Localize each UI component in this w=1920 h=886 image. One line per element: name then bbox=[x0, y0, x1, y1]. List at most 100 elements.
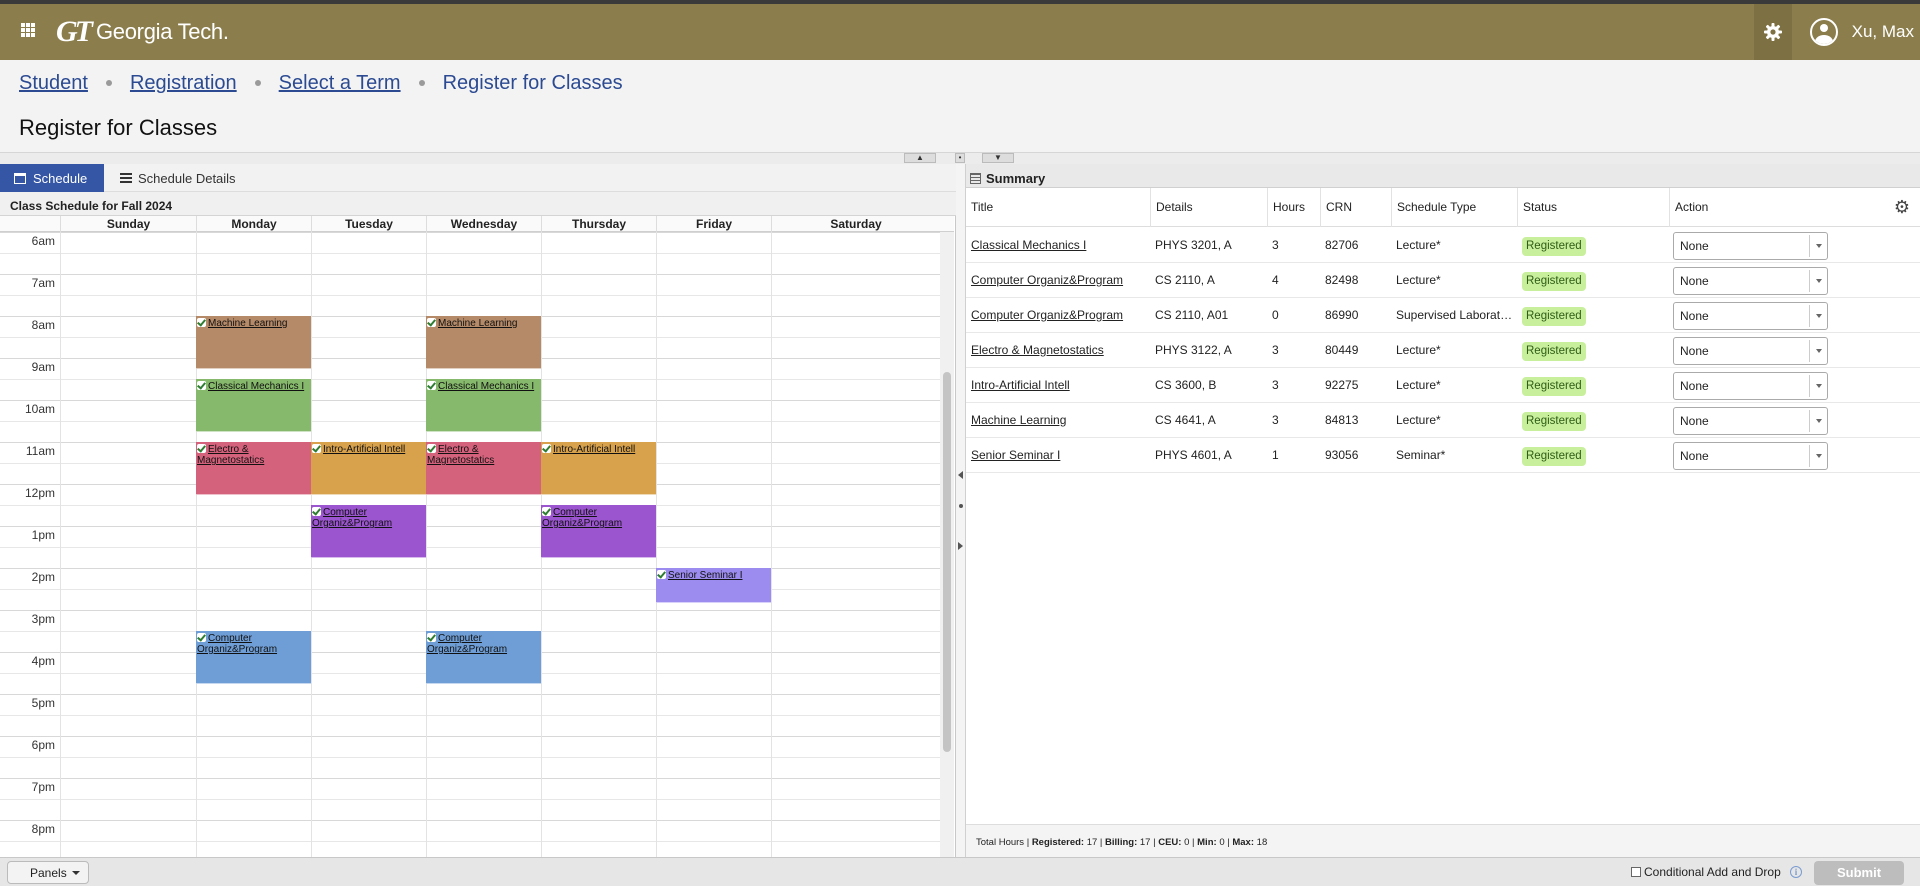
column-header-action[interactable]: Action bbox=[1669, 188, 1920, 227]
course-title-link[interactable]: Computer Organiz&Program bbox=[971, 273, 1123, 287]
hour-label: 6pm bbox=[31, 738, 55, 752]
hour-label: 9am bbox=[31, 360, 55, 374]
action-select[interactable]: None bbox=[1673, 267, 1828, 295]
class-meeting-title[interactable]: Machine Learning bbox=[208, 318, 288, 329]
hour-label: 5pm bbox=[31, 696, 55, 710]
course-title-link[interactable]: Classical Mechanics I bbox=[971, 238, 1086, 252]
class-meeting-title[interactable]: Intro-Artificial Intell bbox=[323, 444, 405, 455]
class-meeting-block[interactable]: Computer Organiz&Program bbox=[311, 505, 426, 558]
class-meeting-block[interactable]: Electro & Magnetostatics bbox=[196, 442, 311, 495]
class-meeting-block[interactable]: Computer Organiz&Program bbox=[426, 631, 541, 684]
action-select[interactable]: None bbox=[1673, 442, 1828, 470]
action-select[interactable]: None bbox=[1673, 337, 1828, 365]
submit-button[interactable]: Submit bbox=[1814, 861, 1904, 885]
column-header-schedule-type[interactable]: Schedule Type bbox=[1391, 188, 1517, 227]
cell-status: Registered bbox=[1517, 333, 1669, 368]
cell-crn: 92275 bbox=[1325, 378, 1359, 392]
class-meeting-title[interactable]: Intro-Artificial Intell bbox=[553, 444, 635, 455]
class-meeting-block[interactable]: Computer Organiz&Program bbox=[196, 631, 311, 684]
class-meeting-title[interactable]: Computer Organiz&Program bbox=[312, 507, 392, 529]
class-meeting-title[interactable]: Computer Organiz&Program bbox=[427, 633, 507, 655]
class-meeting-block[interactable]: Machine Learning bbox=[196, 316, 311, 369]
action-select-value: None bbox=[1680, 414, 1709, 428]
conditional-add-drop[interactable]: Conditional Add and Drop bbox=[1631, 865, 1781, 879]
course-title-link[interactable]: Intro-Artificial Intell bbox=[971, 378, 1070, 392]
cell-hours: 4 bbox=[1272, 273, 1279, 287]
breadcrumb-student[interactable]: Student bbox=[19, 72, 88, 95]
class-meeting-block[interactable]: Senior Seminar I bbox=[656, 568, 771, 603]
course-title-link[interactable]: Computer Organiz&Program bbox=[971, 308, 1123, 322]
table-row: Classical Mechanics I PHYS 3201, A 3 82706 L… bbox=[966, 228, 1920, 263]
column-header-status[interactable]: Status bbox=[1517, 188, 1669, 227]
course-title-link[interactable]: Machine Learning bbox=[971, 413, 1066, 427]
course-title-link[interactable]: Electro & Magnetostatics bbox=[971, 343, 1104, 357]
hour-label: 1pm bbox=[31, 528, 55, 542]
tab-schedule[interactable]: Schedule bbox=[0, 164, 104, 192]
grid-row-line bbox=[0, 295, 940, 296]
day-header-tuesday: Tuesday bbox=[311, 216, 426, 232]
user-name[interactable]: Xu, Max bbox=[1852, 22, 1914, 42]
class-meeting-title[interactable]: Computer Organiz&Program bbox=[197, 633, 277, 655]
registered-check-icon bbox=[197, 444, 206, 453]
course-title-link[interactable]: Senior Seminar I bbox=[971, 448, 1060, 462]
georgia-tech-logo[interactable]: GT Georgia Tech. bbox=[56, 14, 229, 50]
action-select-value: None bbox=[1680, 309, 1709, 323]
registered-check-icon bbox=[542, 507, 551, 516]
class-meeting-title[interactable]: Senior Seminar I bbox=[668, 570, 742, 581]
class-meeting-title[interactable]: Electro & Magnetostatics bbox=[427, 444, 494, 466]
class-meeting-title[interactable]: Classical Mechanics I bbox=[438, 381, 534, 392]
column-header-title[interactable]: Title bbox=[966, 188, 1150, 227]
cell-title: Classical Mechanics I bbox=[966, 228, 1150, 263]
breadcrumb-registration[interactable]: Registration bbox=[130, 72, 237, 95]
table-settings-gear-icon[interactable]: ⚙ bbox=[1894, 197, 1910, 218]
class-meeting-block[interactable]: Electro & Magnetostatics bbox=[426, 442, 541, 495]
schedule-pane: Schedule Schedule Details Class Schedule… bbox=[0, 164, 956, 857]
class-meeting-block[interactable]: Classical Mechanics I bbox=[426, 379, 541, 432]
action-select[interactable]: None bbox=[1673, 372, 1828, 400]
class-meeting-title[interactable]: Machine Learning bbox=[438, 318, 518, 329]
settings-gear-icon[interactable] bbox=[1753, 4, 1792, 60]
day-header-friday: Friday bbox=[656, 216, 771, 232]
breadcrumb-separator bbox=[105, 80, 112, 86]
collapse-left-icon[interactable] bbox=[958, 471, 963, 479]
info-icon[interactable]: i bbox=[1790, 866, 1802, 878]
collapse-down-icon[interactable]: ▼ bbox=[982, 153, 1014, 163]
cell-hours: 1 bbox=[1272, 448, 1279, 462]
class-meeting-block[interactable]: Computer Organiz&Program bbox=[541, 505, 656, 558]
status-badge: Registered bbox=[1522, 412, 1586, 431]
grid-row-line bbox=[0, 820, 940, 821]
action-select[interactable]: None bbox=[1673, 232, 1828, 260]
schedule-title: Class Schedule for Fall 2024 bbox=[0, 192, 956, 216]
column-header-crn[interactable]: CRN bbox=[1320, 188, 1391, 227]
breadcrumb-select-term[interactable]: Select a Term bbox=[279, 72, 401, 95]
tab-schedule-details[interactable]: Schedule Details bbox=[106, 164, 250, 192]
status-badge: Registered bbox=[1522, 307, 1586, 326]
column-header-details[interactable]: Details bbox=[1150, 188, 1267, 227]
class-meeting-block[interactable]: Intro-Artificial Intell bbox=[311, 442, 426, 495]
class-meeting-title[interactable]: Classical Mechanics I bbox=[208, 381, 304, 392]
side-collapse-strip[interactable] bbox=[956, 164, 966, 857]
class-meeting-block[interactable]: Intro-Artificial Intell bbox=[541, 442, 656, 495]
splitter-handle-icon[interactable]: • bbox=[955, 153, 965, 163]
class-meeting-title[interactable]: Computer Organiz&Program bbox=[542, 507, 622, 529]
class-meeting-block[interactable]: Classical Mechanics I bbox=[196, 379, 311, 432]
conditional-add-drop-checkbox[interactable] bbox=[1631, 867, 1641, 877]
scrollbar-thumb[interactable] bbox=[943, 372, 951, 752]
user-avatar-icon[interactable] bbox=[1809, 18, 1838, 46]
action-select[interactable]: None bbox=[1673, 407, 1828, 435]
apps-grid-icon[interactable] bbox=[21, 23, 35, 37]
splitter-dot-icon[interactable] bbox=[959, 504, 963, 508]
class-meeting-title[interactable]: Electro & Magnetostatics bbox=[197, 444, 264, 466]
class-meeting-block[interactable]: Machine Learning bbox=[426, 316, 541, 369]
calendar-scrollbar[interactable] bbox=[940, 232, 954, 857]
panels-button[interactable]: Panels bbox=[7, 861, 89, 884]
action-select[interactable]: None bbox=[1673, 302, 1828, 330]
collapse-up-icon[interactable]: ▲ bbox=[904, 153, 936, 163]
select-divider bbox=[1809, 235, 1810, 257]
column-header-hours[interactable]: Hours bbox=[1267, 188, 1320, 227]
gt-logo-mark: GT bbox=[56, 15, 93, 48]
collapse-right-icon[interactable] bbox=[958, 542, 963, 550]
summary-table-header: Title Details Hours CRN Schedule Type Status A… bbox=[966, 188, 1920, 227]
cell-crn: 82706 bbox=[1325, 238, 1359, 252]
cell-schedule-type: Seminar* bbox=[1396, 448, 1446, 462]
